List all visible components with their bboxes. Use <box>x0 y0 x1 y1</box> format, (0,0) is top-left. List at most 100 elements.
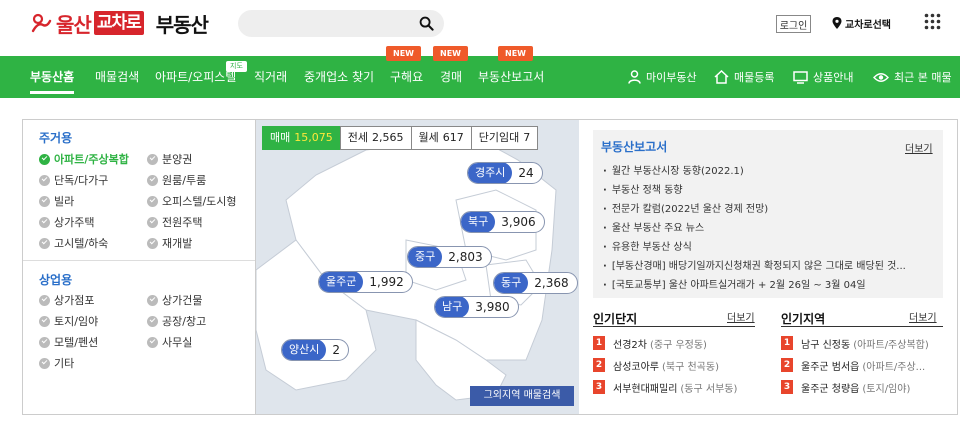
rank-name: 서부현대패밀리 <box>613 383 678 395</box>
category-oneroom[interactable]: 원룸/투룸 <box>147 172 206 188</box>
category-factory[interactable]: 공장/창고 <box>147 313 206 329</box>
region-name: 북구 <box>461 212 496 232</box>
category-redevelopment[interactable]: 재개발 <box>147 235 192 251</box>
rank-sub: (아파트/주상복합) <box>853 339 929 351</box>
report-item[interactable]: [부동산경매] 배당기일까지신청채권 확정되지 않은 그대로 배당된 것... <box>603 257 933 276</box>
all-menu-grid-icon[interactable] <box>924 13 941 30</box>
category-shop-store[interactable]: 상가점포 <box>39 292 94 308</box>
region-count: 2,803 <box>448 250 483 264</box>
rank-name: 선경2차 <box>613 339 647 351</box>
check-icon <box>147 216 158 228</box>
nav-direct-deal[interactable]: 직거래 <box>254 56 287 98</box>
nav-listing-search[interactable]: 매물검색 <box>95 56 139 98</box>
nav-home[interactable]: 부동산홈 <box>30 56 75 98</box>
rank-sub: (동구 서부동) <box>680 383 738 395</box>
region-donggu[interactable]: 동구 2,368 <box>493 272 578 294</box>
report-item[interactable]: [국토교통부] 울산 아파트실거래가 + 2월 26일 ~ 3월 04일 <box>603 276 933 295</box>
region-select-label: 교차로선택 <box>845 19 891 31</box>
nav-find-agency[interactable]: 중개업소 찾기 <box>304 56 374 98</box>
search-box <box>238 10 444 37</box>
popular-complex-more-link[interactable]: 더보기 <box>727 309 755 324</box>
region-count: 3,906 <box>501 215 536 229</box>
report-box: 부동산보고서 더보기 월간 부동산시장 동향(2022.1) 부동산 정책 동향… <box>593 130 943 298</box>
new-badge-report: NEW <box>498 46 533 61</box>
popular-region-item[interactable]: 2 울주군 범서읍 (아파트/주상... <box>781 357 945 373</box>
region-count: 2,368 <box>534 276 569 290</box>
nav-my-realestate[interactable]: 마이부동산 <box>628 56 697 98</box>
category-label: 분양권 <box>162 153 193 166</box>
popular-region-item[interactable]: 1 남구 신정동 (아파트/주상복합) <box>781 335 945 351</box>
nav-my-realestate-label: 마이부동산 <box>646 71 697 84</box>
report-item[interactable]: 유용한 부동산 상식 <box>603 238 933 257</box>
category-motel[interactable]: 모텔/펜션 <box>39 334 98 350</box>
region-select-button[interactable]: 교차로선택 <box>832 14 891 32</box>
tab-label: 매매 <box>270 131 291 144</box>
report-more-link[interactable]: 더보기 <box>905 140 933 155</box>
category-shop-building[interactable]: 상가건물 <box>147 292 202 308</box>
region-yangsan[interactable]: 양산시 2 <box>281 339 350 361</box>
category-villa[interactable]: 빌라 <box>39 193 74 209</box>
popular-region-title: 인기지역 <box>781 312 826 326</box>
tab-jeonse[interactable]: 전세 2,565 <box>339 126 412 150</box>
category-etc[interactable]: 기타 <box>39 355 74 371</box>
search-icon[interactable] <box>419 16 434 31</box>
category-land[interactable]: 토지/임야 <box>39 313 98 329</box>
nav-apartment-officetel[interactable]: 아파트/오피스텔 <box>155 56 236 98</box>
nav-register-listing[interactable]: 매물등록 <box>714 56 774 98</box>
rank-number: 3 <box>593 380 605 394</box>
nav-report[interactable]: 부동산보고서 <box>478 56 544 98</box>
top-header: 울산 교차로 부동산 로그인 교차로선택 <box>0 0 960 47</box>
category-presale-right[interactable]: 분양권 <box>147 151 192 167</box>
category-country-house[interactable]: 전원주택 <box>147 214 202 230</box>
popular-complex-item[interactable]: 1 선경2차 (중구 우정동) <box>593 335 755 351</box>
category-detached[interactable]: 단독/다가구 <box>39 172 108 188</box>
region-namgu[interactable]: 남구 3,980 <box>434 296 519 318</box>
region-count: 3,980 <box>475 300 510 314</box>
category-label: 원룸/투룸 <box>162 174 207 187</box>
region-uljugun[interactable]: 울주군 1,992 <box>318 271 413 293</box>
popular-region-item[interactable]: 3 울주군 청량읍 (토지/임야) <box>781 379 945 395</box>
report-item[interactable]: 부동산 정책 동향 <box>603 181 933 200</box>
search-input[interactable] <box>238 10 408 37</box>
category-goshitel[interactable]: 고시텔/하숙 <box>39 235 108 251</box>
rank-number: 2 <box>781 358 793 372</box>
login-button[interactable]: 로그인 <box>776 15 811 33</box>
nav-product-info[interactable]: 상품안내 <box>793 56 853 98</box>
site-logo[interactable]: 울산 교차로 부동산 <box>30 9 209 37</box>
location-pin-icon <box>832 17 842 29</box>
report-item[interactable]: 울산 부동산 주요 뉴스 <box>603 219 933 238</box>
region-bukgu[interactable]: 북구 3,906 <box>460 211 545 233</box>
nav-wanted[interactable]: 구해요 <box>390 56 423 98</box>
region-gyeongju[interactable]: 경주시 24 <box>467 162 543 184</box>
report-list: 월간 부동산시장 동향(2022.1) 부동산 정책 동향 전문가 칼럼(202… <box>603 162 933 295</box>
category-apartment[interactable]: 아파트/주상복합 <box>39 151 129 167</box>
tab-short-term[interactable]: 단기임대 7 <box>470 126 539 150</box>
popular-region-more-link[interactable]: 더보기 <box>909 309 937 324</box>
popular-complex-item[interactable]: 2 삼성코아루 (북구 천곡동) <box>593 357 755 373</box>
rank-number: 3 <box>781 380 793 394</box>
nav-recently-viewed[interactable]: 최근 본 매물 <box>873 56 952 98</box>
rank-name: 삼성코아루 <box>613 361 659 373</box>
report-item[interactable]: 월간 부동산시장 동향(2022.1) <box>603 162 933 181</box>
category-shop-house[interactable]: 상가주택 <box>39 214 94 230</box>
category-officetel[interactable]: 오피스텔/도시형 <box>147 193 237 209</box>
nav-recently-viewed-label: 최근 본 매물 <box>894 71 952 84</box>
region-junggu[interactable]: 중구 2,803 <box>407 246 492 268</box>
popular-complex-divider <box>593 326 755 327</box>
house-icon <box>714 70 729 84</box>
tab-monthly[interactable]: 월세 617 <box>410 126 472 150</box>
tab-sale[interactable]: 매매 15,075 <box>262 126 341 150</box>
rank-sub: (토지/임야) <box>862 383 911 395</box>
tab-count: 15,075 <box>294 131 333 144</box>
check-icon <box>39 216 50 228</box>
check-icon <box>39 174 50 186</box>
nav-auction[interactable]: 경매 <box>440 56 462 98</box>
region-count: 24 <box>518 166 534 180</box>
popular-complex-item[interactable]: 3 서부현대패밀리 (동구 서부동) <box>593 379 755 395</box>
check-icon <box>147 237 158 249</box>
other-region-search-button[interactable]: 그외지역 매물검색 <box>470 386 574 406</box>
category-office[interactable]: 사무실 <box>147 334 192 350</box>
report-item[interactable]: 전문가 칼럼(2022년 울산 경제 전망) <box>603 200 933 219</box>
check-icon <box>39 153 50 165</box>
rank-sub: (아파트/주상... <box>862 361 926 373</box>
